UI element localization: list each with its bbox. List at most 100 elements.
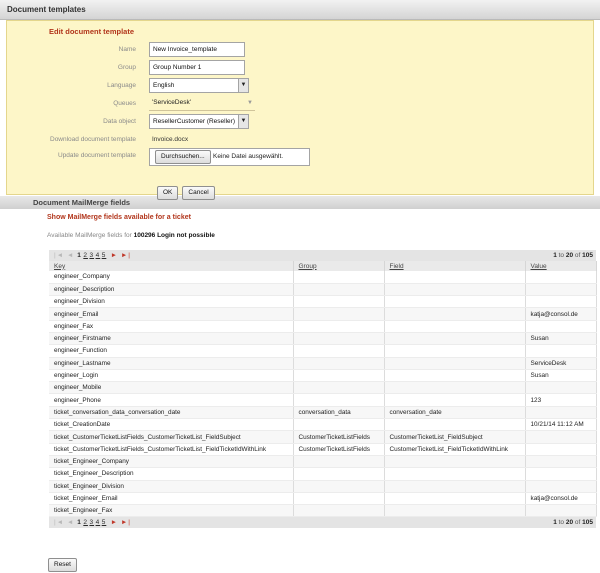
table-row[interactable]: engineer_Function — [49, 344, 597, 358]
range-to: 20 — [565, 519, 574, 527]
prev-page-icon[interactable]: ◄ — [67, 252, 74, 259]
group-cell — [293, 455, 385, 469]
first-page-icon[interactable]: |◄ — [54, 252, 64, 259]
page-range: 1 to 20 of 105 — [553, 517, 593, 528]
page-link[interactable]: 3 — [89, 252, 94, 259]
reset-button[interactable]: Reset — [48, 558, 77, 572]
language-select[interactable]: English ▼ — [149, 78, 249, 93]
value-cell — [525, 320, 597, 333]
field-cell — [384, 455, 526, 469]
range-of-word: of — [574, 519, 581, 527]
page-link[interactable]: 5 — [102, 252, 107, 259]
field-cell — [384, 480, 526, 493]
range-to-word: to — [558, 252, 565, 259]
value-cell — [525, 283, 597, 297]
table-row[interactable]: ticket_CustomerTicketListFields_Customer… — [49, 430, 597, 444]
value-cell — [525, 406, 597, 420]
table-row[interactable]: engineer_Firstname Susan — [49, 332, 597, 346]
mailmerge-table: Key Group Field Value engineer_Company en… — [49, 261, 597, 518]
ok-button[interactable]: OK — [157, 186, 179, 200]
key-cell: ticket_Engineer_Company — [49, 455, 294, 469]
page-link[interactable]: 4 — [96, 519, 101, 526]
queues-select[interactable]: 'ServiceDesk' ▼ — [149, 96, 255, 111]
field-cell — [384, 492, 526, 506]
range-total: 105 — [582, 252, 593, 259]
table-row[interactable]: engineer_Email katja@consol.de — [49, 307, 597, 321]
key-cell: engineer_Phone — [49, 393, 294, 407]
value-cell: ServiceDesk — [525, 357, 597, 370]
browse-button[interactable]: Durchsuchen... — [155, 150, 211, 164]
page-link[interactable]: 1 — [77, 519, 82, 526]
table-row[interactable]: ticket_CustomerTicketListFields_Customer… — [49, 443, 597, 456]
group-cell: conversation_data — [293, 406, 385, 420]
group-cell — [293, 480, 385, 493]
table-row[interactable]: engineer_Division — [49, 295, 597, 309]
name-label: Name — [118, 46, 136, 53]
download-link[interactable]: Invoice.docx — [152, 136, 188, 143]
table-row[interactable]: ticket_Engineer_Company — [49, 455, 597, 469]
table-row[interactable]: engineer_Company — [49, 271, 597, 284]
group-cell — [293, 492, 385, 506]
table-row[interactable]: engineer_Lastname ServiceDesk — [49, 357, 597, 370]
next-page-icon[interactable]: ► — [111, 519, 118, 526]
table-row[interactable]: engineer_Description — [49, 283, 597, 297]
data-object-value: ResellerCustomer (Reseller) — [153, 118, 235, 125]
table-row[interactable]: ticket_Engineer_Description — [49, 467, 597, 481]
first-page-icon[interactable]: |◄ — [54, 519, 64, 526]
page-link[interactable]: 2 — [83, 519, 88, 526]
field-cell — [384, 320, 526, 333]
chevron-down-icon: ▼ — [238, 79, 248, 92]
table-row[interactable]: engineer_Phone 123 — [49, 393, 597, 407]
group-input[interactable] — [149, 60, 245, 75]
column-header-value[interactable]: Value — [525, 261, 597, 271]
prev-page-icon[interactable]: ◄ — [67, 519, 74, 526]
group-cell — [293, 418, 385, 432]
value-cell — [525, 344, 597, 358]
value-cell — [525, 271, 597, 284]
value-cell — [525, 480, 597, 493]
field-cell — [384, 271, 526, 284]
column-header-group[interactable]: Group — [293, 261, 385, 271]
pager-nav: |◄ ◄ 12345 ► ►| — [54, 517, 131, 528]
panel-title: Document templates — [0, 0, 600, 20]
pager-bottom: |◄ ◄ 12345 ► ►| 1 to 20 of 105 — [49, 517, 596, 529]
key-cell: engineer_Division — [49, 295, 294, 309]
page-link[interactable]: 4 — [96, 252, 101, 259]
group-cell — [293, 271, 385, 284]
table-row[interactable]: ticket_Engineer_Division — [49, 480, 597, 493]
name-input[interactable] — [149, 42, 245, 57]
table-row[interactable]: engineer_Login Susan — [49, 369, 597, 383]
page-link[interactable]: 3 — [89, 519, 94, 526]
data-object-select[interactable]: ResellerCustomer (Reseller) ▼ — [149, 114, 249, 129]
field-cell — [384, 467, 526, 481]
range-from: 1 — [553, 252, 557, 259]
key-cell: ticket_conversation_data_conversation_da… — [49, 406, 294, 420]
pager-top: |◄ ◄ 12345 ► ►| 1 to 20 of 105 — [49, 250, 596, 261]
value-cell — [525, 443, 597, 456]
page-link[interactable]: 1 — [77, 252, 82, 259]
table-row[interactable]: ticket_conversation_data_conversation_da… — [49, 406, 597, 420]
table-row[interactable]: engineer_Fax — [49, 320, 597, 333]
key-cell: engineer_Firstname — [49, 332, 294, 346]
column-header-field[interactable]: Field — [384, 261, 526, 271]
value-cell — [525, 504, 597, 518]
mailmerge-header: Document MailMerge fields — [0, 196, 600, 209]
page-link[interactable]: 5 — [102, 519, 107, 526]
last-page-icon[interactable]: ►| — [121, 252, 131, 259]
table-row[interactable]: ticket_Engineer_Email katja@consol.de — [49, 492, 597, 506]
last-page-icon[interactable]: ►| — [121, 519, 131, 526]
table-row[interactable]: ticket_Engineer_Fax — [49, 504, 597, 518]
mailmerge-title[interactable]: Show MailMerge fields available for a ti… — [0, 209, 600, 221]
column-header-key[interactable]: Key — [49, 261, 294, 271]
page-link[interactable]: 2 — [83, 252, 88, 259]
key-cell: ticket_CreationDate — [49, 418, 294, 432]
field-cell — [384, 369, 526, 383]
table-row[interactable]: ticket_CreationDate 10/21/14 11:12 AM — [49, 418, 597, 432]
next-page-icon[interactable]: ► — [111, 252, 118, 259]
key-cell: engineer_Login — [49, 369, 294, 383]
key-cell: engineer_Fax — [49, 320, 294, 333]
table-row[interactable]: engineer_Mobile — [49, 381, 597, 395]
cancel-button[interactable]: Cancel — [182, 186, 215, 200]
page-range: 1 to 20 of 105 — [553, 250, 593, 261]
key-cell: engineer_Email — [49, 307, 294, 321]
